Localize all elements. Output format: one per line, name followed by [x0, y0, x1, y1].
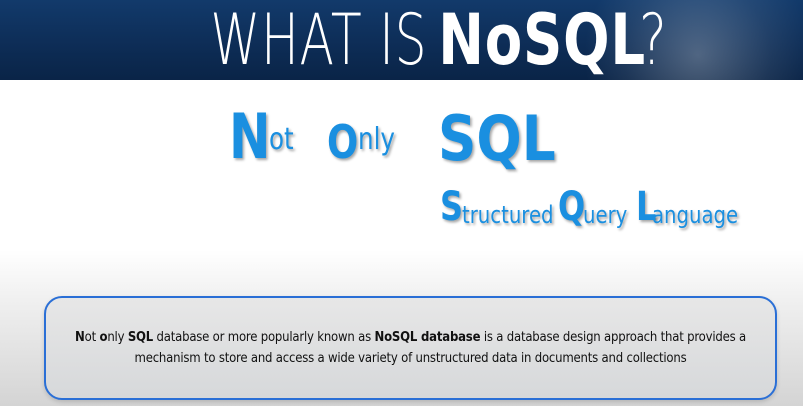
page-title: WHAT IS NoSQL?: [0, 0, 803, 80]
definition-box: Not only SQL database or more popularly …: [44, 296, 777, 400]
title-nosql: NoSQL: [438, 0, 646, 80]
acronym-rest: nly: [358, 122, 396, 157]
acronym-rest: anguage: [651, 201, 738, 229]
acronym-word-sql: SQL: [438, 106, 575, 172]
acronym-initial: Q: [558, 184, 586, 230]
acronym-initial: S: [440, 184, 464, 230]
acronym-word-query: Query: [558, 185, 637, 229]
acronym-rest: ot: [268, 122, 294, 157]
acronym-word-language: Language: [636, 185, 757, 229]
definition-ot: ot: [84, 330, 100, 345]
definition-text: Not only SQL database or more popularly …: [56, 327, 765, 369]
definition-sql: SQL: [127, 330, 154, 345]
definition-n: N: [75, 330, 85, 345]
acronym-word-only: Only: [327, 116, 403, 168]
acronym-word-not: Not: [229, 104, 299, 170]
definition-nosql-database: NoSQL database: [374, 330, 481, 345]
acronym-rest: tructured: [461, 201, 554, 229]
acronym-rest: uery: [583, 201, 628, 229]
acronym-sql-text: SQL: [438, 102, 556, 175]
acronym-initial: N: [229, 100, 271, 173]
definition-mid: database or more popularly known as: [153, 330, 375, 345]
title-question-mark: ?: [639, 0, 668, 80]
title-what-is: WHAT IS: [210, 0, 428, 80]
header-bar: WHAT IS NoSQL?: [0, 0, 803, 80]
definition-nly: nly: [107, 330, 128, 345]
acronym-word-structured: Structured: [440, 185, 573, 229]
acronym-initial: O: [327, 115, 359, 169]
